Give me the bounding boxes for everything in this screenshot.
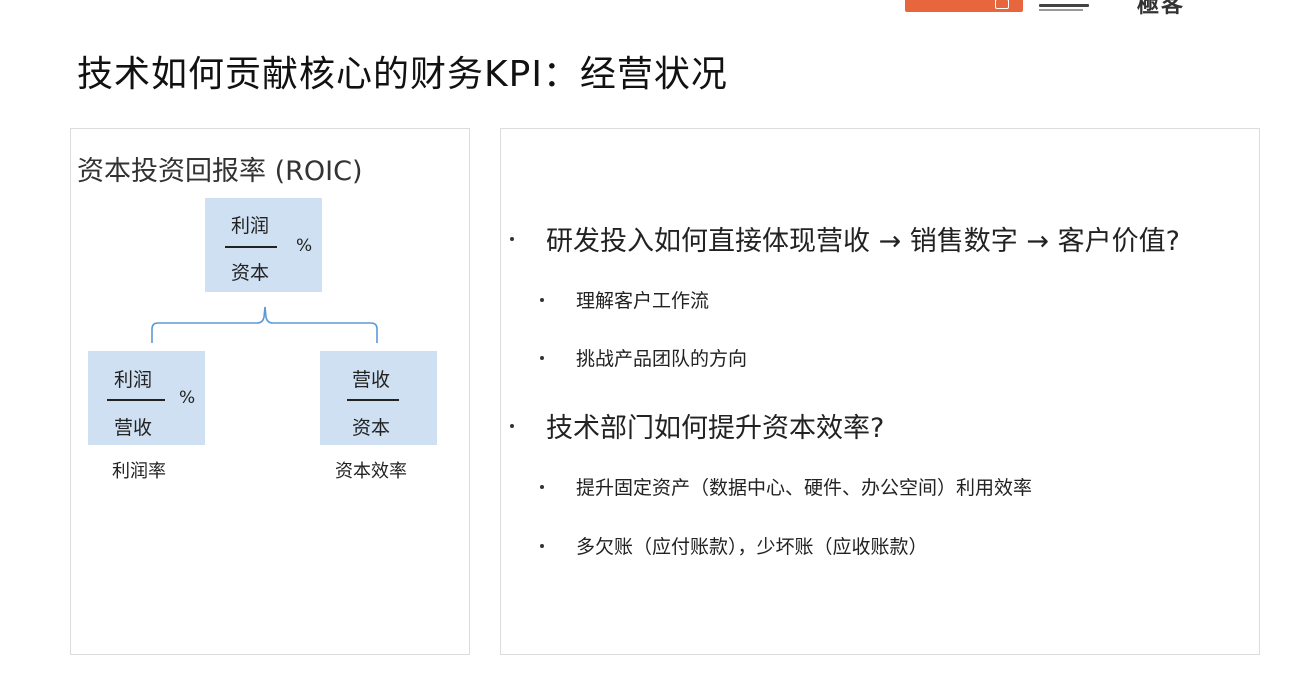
capital-efficiency-box: 营收 资本 [320,351,437,445]
brand-button [905,0,1023,12]
roic-numerator: 利润 [230,215,269,237]
capital-efficiency-caption: 资本效率 [335,461,407,482]
brand-strip: 極客 [905,0,1185,18]
roic-heading: 资本投资回报率 (ROIC) [77,156,363,187]
fraction-line [225,246,277,248]
discussion-panel: 研发投入如何直接体现营收 → 销售数字 → 客户价值? 理解客户工作流 挑战产品… [500,128,1260,655]
play-icon [995,0,1009,9]
percent-sign: % [296,236,313,256]
bullet-item: 理解客户工作流 [540,286,709,313]
bullet-icon [540,484,544,489]
bullet-item: 研发投入如何直接体现营收 → 销售数字 → 客户价值? [510,219,1180,258]
brand-logo [1035,0,1125,12]
bullet-item: 技术部门如何提升资本效率? [510,406,884,445]
question-capital: 技术部门如何提升资本效率? [546,413,885,444]
brace-connector [151,306,378,343]
bullet-icon [510,236,514,241]
brand-logo-text: 極客 [1137,0,1186,18]
bullet-icon [540,355,544,360]
sub-point: 理解客户工作流 [576,290,710,312]
profit-margin-box: 利润 营收 % [88,351,205,445]
bullet-item: 挑战产品团队的方向 [540,344,747,371]
capital-efficiency-denominator: 资本 [351,417,390,439]
roic-formula-box: 利润 资本 % [205,198,322,292]
roic-panel: 资本投资回报率 (ROIC) 利润 资本 % 利润 营收 % 利润率 营收 资本… [70,128,470,655]
capital-efficiency-numerator: 营收 [351,369,390,391]
question-revenue: 研发投入如何直接体现营收 → 销售数字 → 客户价值? [546,226,1180,257]
bullet-item: 提升固定资产（数据中心、硬件、办公空间）利用效率 [540,473,1032,500]
roic-denominator: 资本 [230,262,269,284]
bullet-icon [540,297,544,302]
bullet-icon [540,543,544,548]
profit-margin-caption: 利润率 [112,461,166,482]
fraction-line [107,399,165,401]
slide-title: 技术如何贡献核心的财务KPI：经营状况 [77,54,728,95]
profit-margin-numerator: 利润 [113,369,152,391]
profit-margin-denominator: 营收 [113,417,152,439]
fraction-line [347,399,399,401]
bullet-icon [510,423,514,428]
sub-point: 提升固定资产（数据中心、硬件、办公空间）利用效率 [576,477,1033,499]
bullet-item: 多欠账（应付账款），少坏账（应收账款） [540,532,928,559]
sub-point: 挑战产品团队的方向 [576,348,748,370]
sub-point: 多欠账（应付账款），少坏账（应收账款） [576,536,928,558]
percent-sign: % [179,388,196,408]
